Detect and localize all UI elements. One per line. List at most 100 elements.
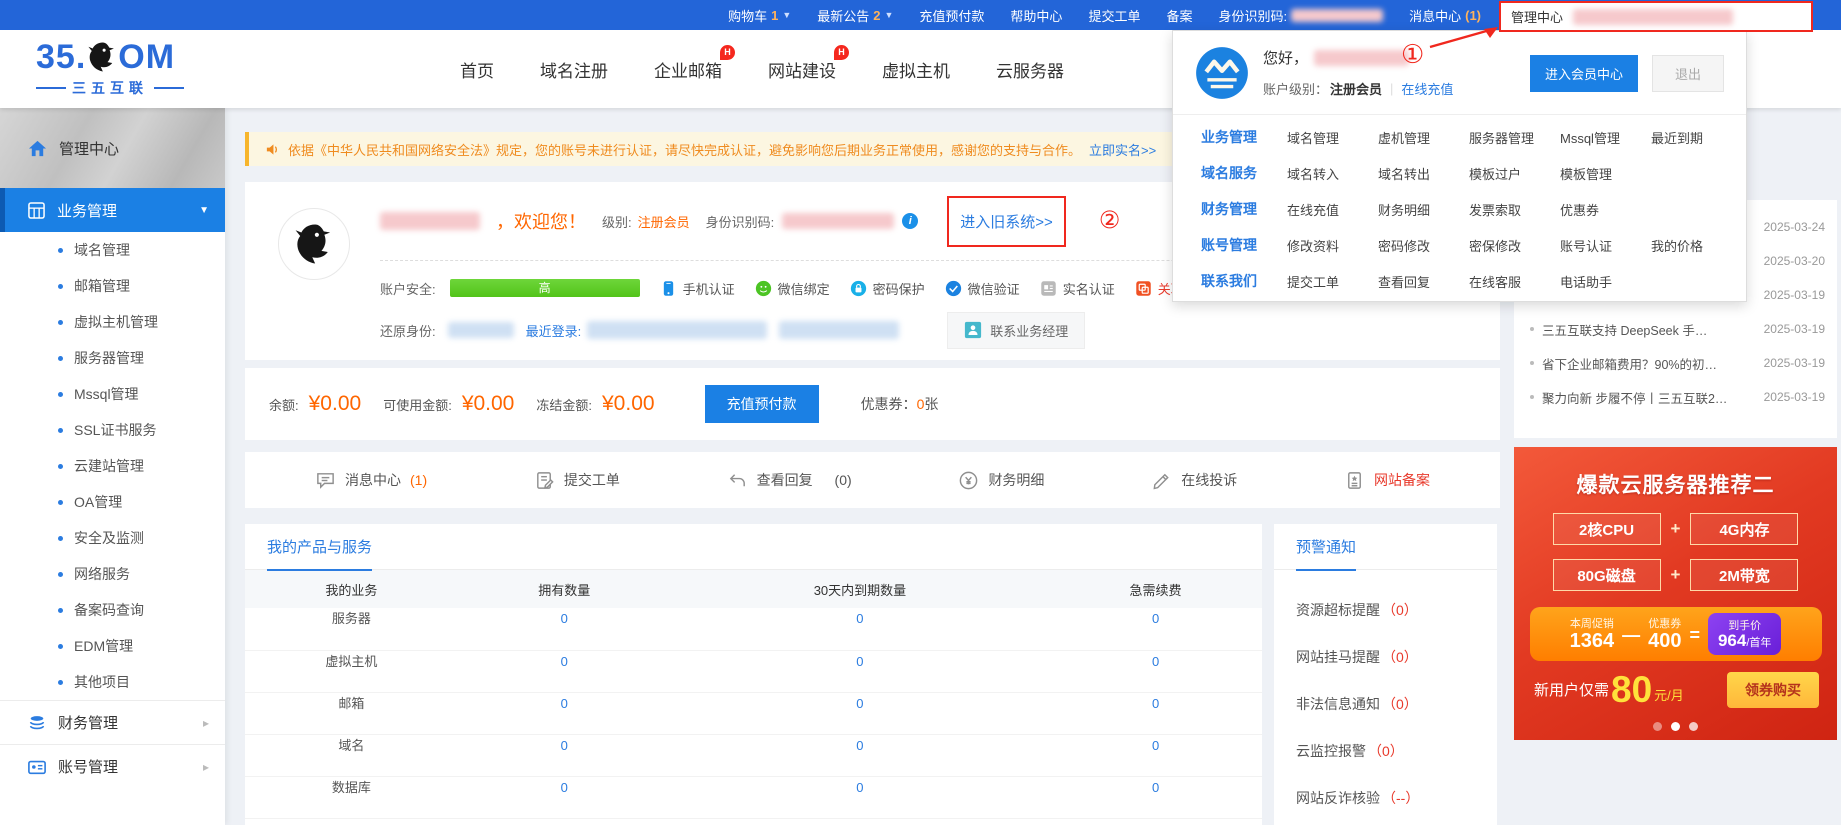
menu-item[interactable]: 发票索取 (1469, 200, 1560, 219)
nav-item[interactable]: 云服务器 (996, 57, 1064, 82)
menu-item[interactable]: 账号认证 (1560, 236, 1651, 255)
menu-item[interactable]: 模板过户 (1469, 164, 1560, 183)
menu-item[interactable]: 最近到期 (1651, 128, 1742, 147)
cell-urgent-count[interactable]: 0 (1049, 776, 1262, 818)
admin-center-box[interactable]: 管理中心 (1499, 1, 1813, 32)
menu-group-label[interactable]: 联系我们 (1201, 271, 1287, 291)
menu-item[interactable]: 密保修改 (1469, 236, 1560, 255)
menu-item[interactable]: 域名转入 (1287, 164, 1378, 183)
menu-item[interactable]: 修改资料 (1287, 236, 1378, 255)
cell-expiring-count[interactable]: 0 (671, 608, 1049, 650)
nav-item[interactable]: 首页 (460, 57, 494, 82)
shortcut-website-beian[interactable]: 网站备案 (1344, 470, 1430, 491)
sidebar-item-account[interactable]: 账号管理 ▸ (0, 744, 225, 788)
realname-now-link[interactable]: 立即实名>> (1089, 140, 1156, 159)
menu-item[interactable]: 财务明细 (1378, 200, 1469, 219)
sidebar-subitem[interactable]: 安全及监测 (0, 520, 225, 556)
sidebar-subitem[interactable]: 服务器管理 (0, 340, 225, 376)
menu-item[interactable]: 域名转出 (1378, 164, 1469, 183)
sidebar-subitem[interactable]: 域名管理 (0, 232, 225, 268)
menu-item[interactable]: 虚机管理 (1378, 128, 1469, 147)
cell-urgent-count[interactable]: 0 (1049, 692, 1262, 734)
get-coupon-buy-button[interactable]: 领券购买 (1727, 672, 1819, 708)
badge-password-protect[interactable]: 密码保护 (850, 279, 925, 298)
tab-my-products[interactable]: 我的产品与服务 (267, 524, 372, 570)
shortcut-online-complaint[interactable]: 在线投诉 (1151, 470, 1237, 491)
sidebar-subitem[interactable]: 网络服务 (0, 556, 225, 592)
menu-item[interactable]: Mssql管理 (1560, 128, 1651, 147)
sidebar-banner[interactable]: 管理中心 (0, 108, 225, 188)
badge-wechat-verify[interactable]: 微信验证 (945, 279, 1020, 298)
carousel-dot[interactable] (1653, 722, 1662, 731)
alert-item[interactable]: 网站反诈核验 （--） (1296, 788, 1475, 808)
nav-item[interactable]: 企业邮箱 (654, 57, 722, 82)
sidebar-subitem[interactable]: 云建站管理 (0, 448, 225, 484)
menu-item[interactable]: 模板管理 (1560, 164, 1651, 183)
menu-group-label[interactable]: 业务管理 (1201, 127, 1287, 147)
alert-item[interactable]: 资源超标提醒 （0） (1296, 600, 1475, 620)
sidebar-item-finance[interactable]: 财务管理 ▸ (0, 700, 225, 744)
topbar-link[interactable]: 备案 (1166, 6, 1192, 25)
sidebar-subitem[interactable]: SSL证书服务 (0, 412, 225, 448)
cell-owned-count[interactable]: 0 (458, 692, 671, 734)
announcement-link[interactable]: 最新公告 2 ▼ (817, 6, 893, 25)
menu-item[interactable]: 优惠券 (1560, 200, 1651, 219)
cell-urgent-count[interactable]: 0 (1049, 608, 1262, 650)
nav-item[interactable]: 域名注册 (540, 57, 608, 82)
menu-item[interactable]: 密码修改 (1378, 236, 1469, 255)
shortcut-view-replies[interactable]: 查看回复 (0) (727, 470, 852, 491)
sidebar-subitem[interactable]: Mssql管理 (0, 376, 225, 412)
carousel-dot-active[interactable] (1671, 722, 1680, 731)
carousel-dot[interactable] (1689, 722, 1698, 731)
topbar-link[interactable]: 充值预付款 (919, 6, 984, 25)
menu-group-label[interactable]: 财务管理 (1201, 199, 1287, 219)
online-recharge-link[interactable]: 在线充值 (1401, 79, 1453, 98)
nav-item[interactable]: 网站建设 (768, 57, 836, 82)
menu-group-label[interactable]: 账号管理 (1201, 235, 1287, 255)
cell-expiring-count[interactable]: 0 (671, 692, 1049, 734)
menu-item[interactable]: 在线充值 (1287, 200, 1378, 219)
avatar[interactable] (278, 208, 350, 280)
sidebar-subitem[interactable]: 其他项目 (0, 664, 225, 700)
topbar-link[interactable]: 提交工单 (1088, 6, 1140, 25)
nav-item[interactable]: 虚拟主机 (882, 57, 950, 82)
cell-owned-count[interactable]: 0 (458, 608, 671, 650)
news-item[interactable]: 三五互联支持 DeepSeek 手… 2025-03-19 (1530, 312, 1825, 346)
recharge-button[interactable]: 充值预付款 (705, 385, 819, 423)
sidebar-subitem[interactable]: 虚拟主机管理 (0, 304, 225, 340)
menu-item[interactable]: 域名管理 (1287, 128, 1378, 147)
menu-item[interactable]: 在线客服 (1469, 272, 1560, 291)
sidebar-subitem[interactable]: EDM管理 (0, 628, 225, 664)
menu-item[interactable]: 电话助手 (1560, 272, 1651, 291)
topbar-link[interactable]: 帮助中心 (1010, 6, 1062, 25)
cell-expiring-count[interactable]: 0 (671, 734, 1049, 776)
menu-item[interactable]: 提交工单 (1287, 272, 1378, 291)
menu-item[interactable]: 服务器管理 (1469, 128, 1560, 147)
cart-link[interactable]: 购物车 1 ▼ (728, 6, 791, 25)
badge-phone-auth[interactable]: 手机认证 (660, 279, 735, 298)
sidebar-subitem[interactable]: 备案码查询 (0, 592, 225, 628)
site-logo[interactable]: 35. OM 三五互联 (36, 38, 184, 98)
sidebar-subitem[interactable]: OA管理 (0, 484, 225, 520)
cell-owned-count[interactable]: 0 (458, 734, 671, 776)
cell-expiring-count[interactable]: 0 (671, 776, 1049, 818)
enter-old-system-link[interactable]: 进入旧系统>> (960, 211, 1053, 232)
cell-urgent-count[interactable]: 0 (1049, 734, 1262, 776)
cell-urgent-count[interactable]: 0 (1049, 650, 1262, 692)
enter-member-center-button[interactable]: 进入会员中心 (1530, 55, 1638, 92)
badge-realname-auth[interactable]: 实名认证 (1040, 279, 1115, 298)
shortcut-message-center[interactable]: 消息中心(1) (315, 470, 427, 491)
cell-owned-count[interactable]: 0 (458, 776, 671, 818)
cell-expiring-count[interactable]: 0 (671, 650, 1049, 692)
menu-item[interactable]: 我的价格 (1651, 236, 1742, 255)
news-item[interactable]: 省下企业邮箱费用？90%的初… 2025-03-19 (1530, 346, 1825, 380)
info-icon[interactable]: i (902, 213, 918, 229)
alert-item[interactable]: 网站挂马提醒 （0） (1296, 647, 1475, 667)
tab-alerts[interactable]: 预警通知 (1296, 524, 1356, 570)
promo-card[interactable]: 爆款云服务器推荐二 2核CPU + 4G内存 80G磁盘 + 2M带宽 本周促销… (1514, 447, 1837, 740)
alert-item[interactable]: 非法信息通知 （0） (1296, 694, 1475, 714)
sidebar-subitem[interactable]: 邮箱管理 (0, 268, 225, 304)
contact-manager-button[interactable]: 联系业务经理 (947, 312, 1085, 349)
news-item[interactable]: 聚力向新 步履不停丨三五互联2… 2025-03-19 (1530, 380, 1825, 414)
logout-button[interactable]: 退出 (1652, 55, 1724, 92)
